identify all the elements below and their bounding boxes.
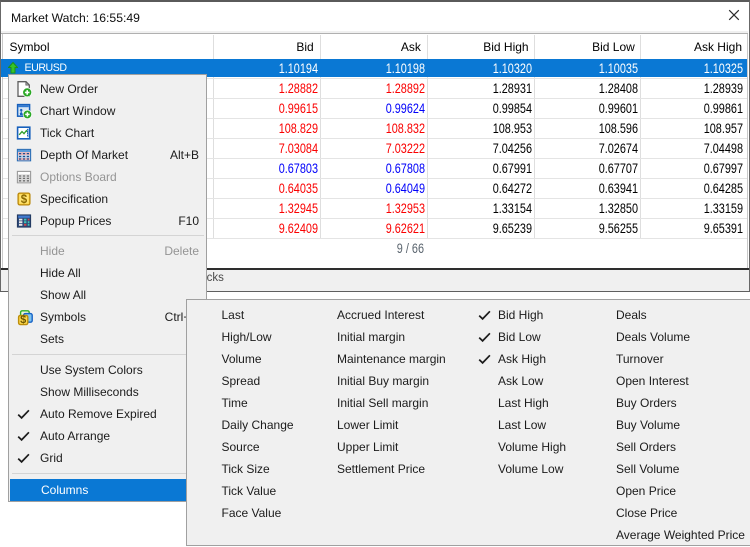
svg-text:$: $ <box>20 314 26 326</box>
svg-text:$: $ <box>21 194 28 206</box>
